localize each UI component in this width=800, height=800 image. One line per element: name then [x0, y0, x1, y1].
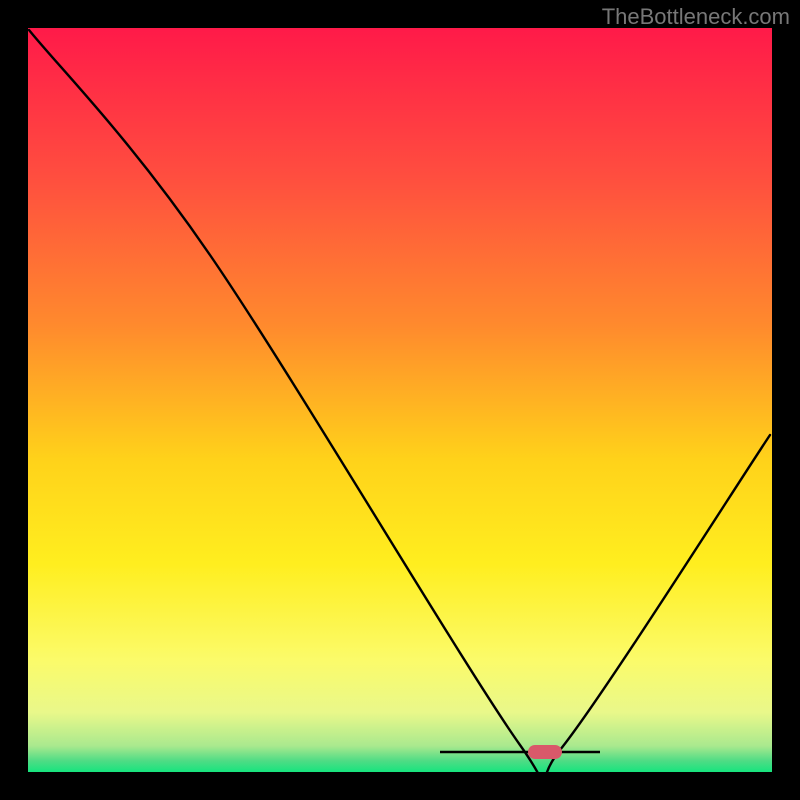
optimal-marker	[528, 745, 562, 759]
watermark-text: TheBottleneck.com	[602, 4, 790, 30]
chart-svg	[0, 0, 800, 800]
plot-area	[28, 28, 772, 772]
chart-container: TheBottleneck.com	[0, 0, 800, 800]
